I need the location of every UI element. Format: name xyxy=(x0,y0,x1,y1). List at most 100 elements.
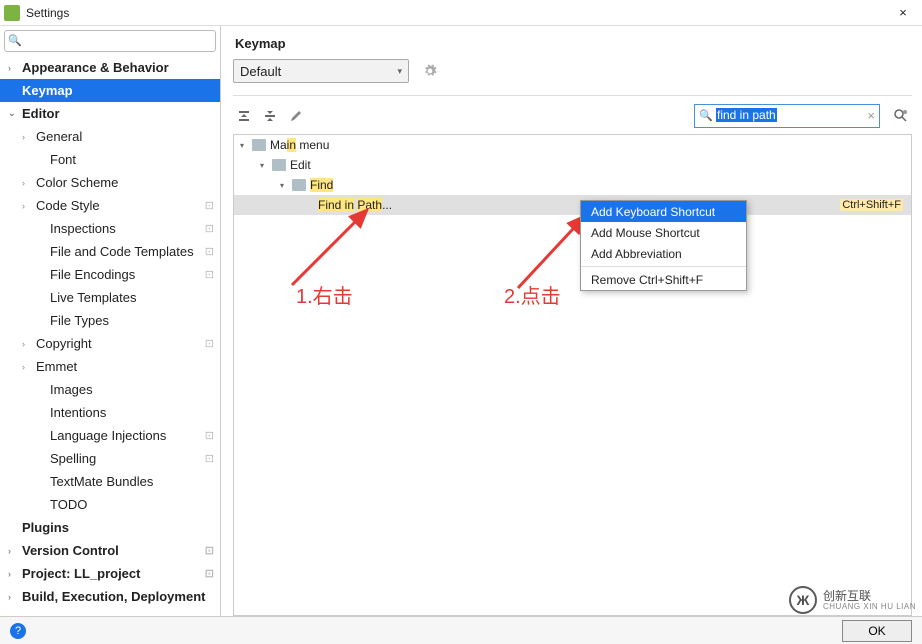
app-icon xyxy=(4,5,20,21)
sidebar-item-label: Emmet xyxy=(34,359,220,374)
sidebar-item[interactable]: Font xyxy=(0,148,220,171)
action-toolbar: 🔍 find in path × xyxy=(233,104,912,128)
sidebar-item-label: Plugins xyxy=(20,520,220,535)
sidebar-item[interactable]: ›Version Control⊡ xyxy=(0,539,220,562)
chevron-down-icon: ▾ xyxy=(397,66,402,77)
chevron-down-icon: ▾ xyxy=(260,161,272,170)
folder-icon xyxy=(292,179,306,191)
gear-icon[interactable] xyxy=(419,60,441,82)
tree-row-find-in-path[interactable]: Find in Path... Ctrl+Shift+F xyxy=(234,195,911,215)
sidebar-item[interactable]: Images xyxy=(0,378,220,401)
chevron-icon: › xyxy=(22,132,34,142)
sidebar-item[interactable]: Inspections⊡ xyxy=(0,217,220,240)
chevron-icon: › xyxy=(8,569,20,579)
context-menu: Add Keyboard ShortcutAdd Mouse ShortcutA… xyxy=(580,200,747,291)
tree-label: Find xyxy=(310,178,333,192)
pencil-icon[interactable] xyxy=(285,105,307,127)
context-menu-item[interactable]: Remove Ctrl+Shift+F xyxy=(581,269,746,290)
close-icon[interactable]: × xyxy=(888,5,918,20)
sidebar-item-label: Intentions xyxy=(48,405,220,420)
collapse-all-icon[interactable] xyxy=(259,105,281,127)
watermark-sub: CHUANG XIN HU LIAN xyxy=(823,602,916,611)
content-pane: Keymap Default ▾ 🔍 find in path × xyxy=(221,26,922,616)
sidebar-item[interactable]: ›Code Style⊡ xyxy=(0,194,220,217)
project-level-icon: ⊡ xyxy=(205,567,214,580)
tree-label: Edit xyxy=(290,158,311,172)
sidebar-item-label: Build, Execution, Deployment xyxy=(20,589,220,604)
sidebar-item-label: Code Style xyxy=(34,198,205,213)
scheme-value: Default xyxy=(240,64,281,79)
project-level-icon: ⊡ xyxy=(205,245,214,258)
sidebar-item[interactable]: ›Color Scheme xyxy=(0,171,220,194)
shortcut-badge: Ctrl+Shift+F xyxy=(840,199,903,211)
sidebar-item-label: TODO xyxy=(48,497,220,512)
sidebar-item[interactable]: File Types xyxy=(0,309,220,332)
sidebar-item-label: Editor xyxy=(20,106,220,121)
sidebar-item-label: Version Control xyxy=(20,543,205,558)
chevron-icon: › xyxy=(22,362,34,372)
sidebar-item[interactable]: TODO xyxy=(0,493,220,516)
project-level-icon: ⊡ xyxy=(205,452,214,465)
tree-row-find[interactable]: ▾ Find xyxy=(234,175,911,195)
sidebar-search-input[interactable] xyxy=(4,30,216,52)
context-menu-item[interactable]: Add Keyboard Shortcut xyxy=(581,201,746,222)
sidebar-item-label: File and Code Templates xyxy=(48,244,205,259)
sidebar-item[interactable]: ›Emmet xyxy=(0,355,220,378)
watermark-text: 创新互联 xyxy=(823,590,916,602)
project-level-icon: ⊡ xyxy=(205,222,214,235)
sidebar-item[interactable]: Plugins xyxy=(0,516,220,539)
sidebar-item-label: File Encodings xyxy=(48,267,205,282)
sidebar-item-label: Font xyxy=(48,152,220,167)
keymap-scheme-select[interactable]: Default ▾ xyxy=(233,59,409,83)
watermark-logo: Ж xyxy=(789,586,817,614)
window-title: Settings xyxy=(26,6,888,20)
settings-sidebar: 🔍 ›Appearance & BehaviorKeymap⌄Editor›Ge… xyxy=(0,26,221,616)
action-tree[interactable]: ▾ Main menu ▾ Edit ▾ Find Find in Path..… xyxy=(233,134,912,616)
sidebar-item[interactable]: ›General xyxy=(0,125,220,148)
titlebar: Settings × xyxy=(0,0,922,26)
sidebar-item-label: Images xyxy=(48,382,220,397)
clear-icon[interactable]: × xyxy=(867,108,875,123)
context-menu-item[interactable]: Add Abbreviation xyxy=(581,243,746,264)
chevron-icon: › xyxy=(22,178,34,188)
sidebar-item-label: Color Scheme xyxy=(34,175,220,190)
divider xyxy=(233,95,912,96)
sidebar-item[interactable]: ›Appearance & Behavior xyxy=(0,56,220,79)
sidebar-item[interactable]: Language Injections⊡ xyxy=(0,424,220,447)
filter-text-selected: find in path xyxy=(716,108,777,122)
sidebar-item[interactable]: Intentions xyxy=(0,401,220,424)
tree-label: Main menu xyxy=(270,138,329,152)
folder-icon xyxy=(252,139,266,151)
chevron-icon: › xyxy=(8,63,20,73)
project-level-icon: ⊡ xyxy=(205,544,214,557)
ok-button[interactable]: OK xyxy=(842,620,912,642)
tree-row-main-menu[interactable]: ▾ Main menu xyxy=(234,135,911,155)
find-by-shortcut-icon[interactable] xyxy=(890,105,912,127)
sidebar-item-label: Project: LL_project xyxy=(20,566,205,581)
sidebar-item[interactable]: File Encodings⊡ xyxy=(0,263,220,286)
sidebar-item[interactable]: File and Code Templates⊡ xyxy=(0,240,220,263)
sidebar-item[interactable]: ›Build, Execution, Deployment xyxy=(0,585,220,608)
sidebar-item[interactable]: ›Copyright⊡ xyxy=(0,332,220,355)
sidebar-item[interactable]: Spelling⊡ xyxy=(0,447,220,470)
folder-icon xyxy=(272,159,286,171)
help-icon[interactable]: ? xyxy=(10,623,26,639)
search-icon: 🔍 xyxy=(8,34,22,47)
chevron-icon: › xyxy=(8,546,20,556)
sidebar-item-label: Language Injections xyxy=(48,428,205,443)
sidebar-item-label: Copyright xyxy=(34,336,205,351)
sidebar-item[interactable]: Keymap xyxy=(0,79,220,102)
sidebar-item-label: Inspections xyxy=(48,221,205,236)
tree-row-edit[interactable]: ▾ Edit xyxy=(234,155,911,175)
chevron-down-icon: ▾ xyxy=(240,141,252,150)
sidebar-item-label: TextMate Bundles xyxy=(48,474,220,489)
settings-tree[interactable]: ›Appearance & BehaviorKeymap⌄Editor›Gene… xyxy=(0,56,220,616)
sidebar-item[interactable]: ›Project: LL_project⊡ xyxy=(0,562,220,585)
sidebar-item[interactable]: TextMate Bundles xyxy=(0,470,220,493)
chevron-icon: ⌄ xyxy=(8,108,20,119)
sidebar-item[interactable]: ⌄Editor xyxy=(0,102,220,125)
sidebar-item[interactable]: Live Templates xyxy=(0,286,220,309)
context-menu-item[interactable]: Add Mouse Shortcut xyxy=(581,222,746,243)
menu-separator xyxy=(581,266,746,267)
expand-all-icon[interactable] xyxy=(233,105,255,127)
